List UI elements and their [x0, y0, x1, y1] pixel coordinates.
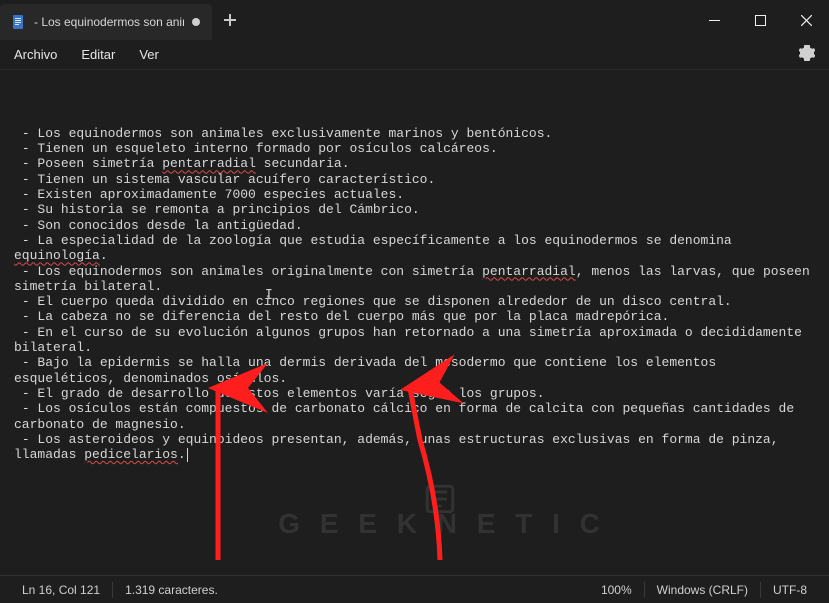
editor-line: - En el curso de su evolución algunos gr…	[14, 325, 815, 356]
editor-line: - Existen aproximadamente 7000 especies …	[14, 187, 815, 202]
editor-line: - Su historia se remonta a principios de…	[14, 202, 815, 217]
editor-line: - Los equinodermos son animales exclusiv…	[14, 126, 815, 141]
editor-line: - La cabeza no se diferencia del resto d…	[14, 309, 815, 324]
editor-line: - Los equinodermos son animales original…	[14, 264, 815, 295]
menubar: Archivo Editar Ver	[0, 40, 829, 70]
gear-icon[interactable]	[799, 45, 815, 61]
editor-line: - Los osículos están compuestos de carbo…	[14, 401, 815, 432]
menu-view[interactable]: Ver	[139, 47, 159, 62]
document-tab[interactable]: - Los equinodermos son animales e	[0, 4, 212, 40]
editor-line: - El grado de desarrollo de estos elemen…	[14, 386, 815, 401]
modified-indicator-icon	[192, 18, 200, 26]
editor-line: - Bajo la epidermis se halla una dermis …	[14, 355, 815, 386]
editor-line: - Los asteroideos y equinoideos presenta…	[14, 432, 815, 463]
statusbar: Ln 16, Col 121 1.319 caracteres. 100% Wi…	[0, 575, 829, 603]
titlebar-spacer	[248, 0, 691, 40]
text-cursor-icon: I	[265, 288, 273, 303]
minimize-icon	[709, 15, 720, 26]
editor-line: - Poseen simetría pentarradial secundari…	[14, 156, 815, 171]
watermark: G E E K N E T I C	[0, 467, 829, 547]
editor-line: - La especialidad de la zoología que est…	[14, 233, 815, 264]
close-icon	[801, 15, 812, 26]
minimize-button[interactable]	[691, 0, 737, 40]
new-tab-button[interactable]	[212, 0, 248, 40]
text-caret	[187, 448, 188, 462]
tab-title: - Los equinodermos son animales e	[34, 15, 184, 29]
titlebar: - Los equinodermos son animales e	[0, 0, 829, 40]
editor-line: - Tienen un sistema vascular acuífero ca…	[14, 172, 815, 187]
editor-area[interactable]: - Los equinodermos son animales exclusiv…	[0, 70, 829, 575]
spell-error: equinología	[14, 248, 100, 263]
document-icon	[10, 14, 26, 30]
editor-line: - El cuerpo queda dividido en cinco regi…	[14, 294, 815, 309]
watermark-logo-icon	[423, 482, 457, 516]
maximize-icon	[755, 15, 766, 26]
status-cursor-position[interactable]: Ln 16, Col 121	[10, 583, 112, 597]
status-encoding[interactable]: UTF-8	[761, 583, 819, 597]
status-zoom[interactable]: 100%	[589, 583, 644, 597]
spell-error: pentarradial	[482, 264, 576, 279]
editor-line: - Son conocidos desde la antigüedad.	[14, 218, 815, 233]
menu-edit[interactable]: Editar	[81, 47, 115, 62]
spell-error: pentarradial	[162, 156, 256, 171]
close-button[interactable]	[783, 0, 829, 40]
spell-error: pedicelarios	[84, 447, 178, 462]
editor-line: - Tienen un esqueleto interno formado po…	[14, 141, 815, 156]
status-char-count: 1.319 caracteres.	[113, 583, 230, 597]
menu-file[interactable]: Archivo	[14, 47, 57, 62]
status-eol[interactable]: Windows (CRLF)	[645, 583, 760, 597]
maximize-button[interactable]	[737, 0, 783, 40]
plus-icon	[224, 14, 236, 26]
